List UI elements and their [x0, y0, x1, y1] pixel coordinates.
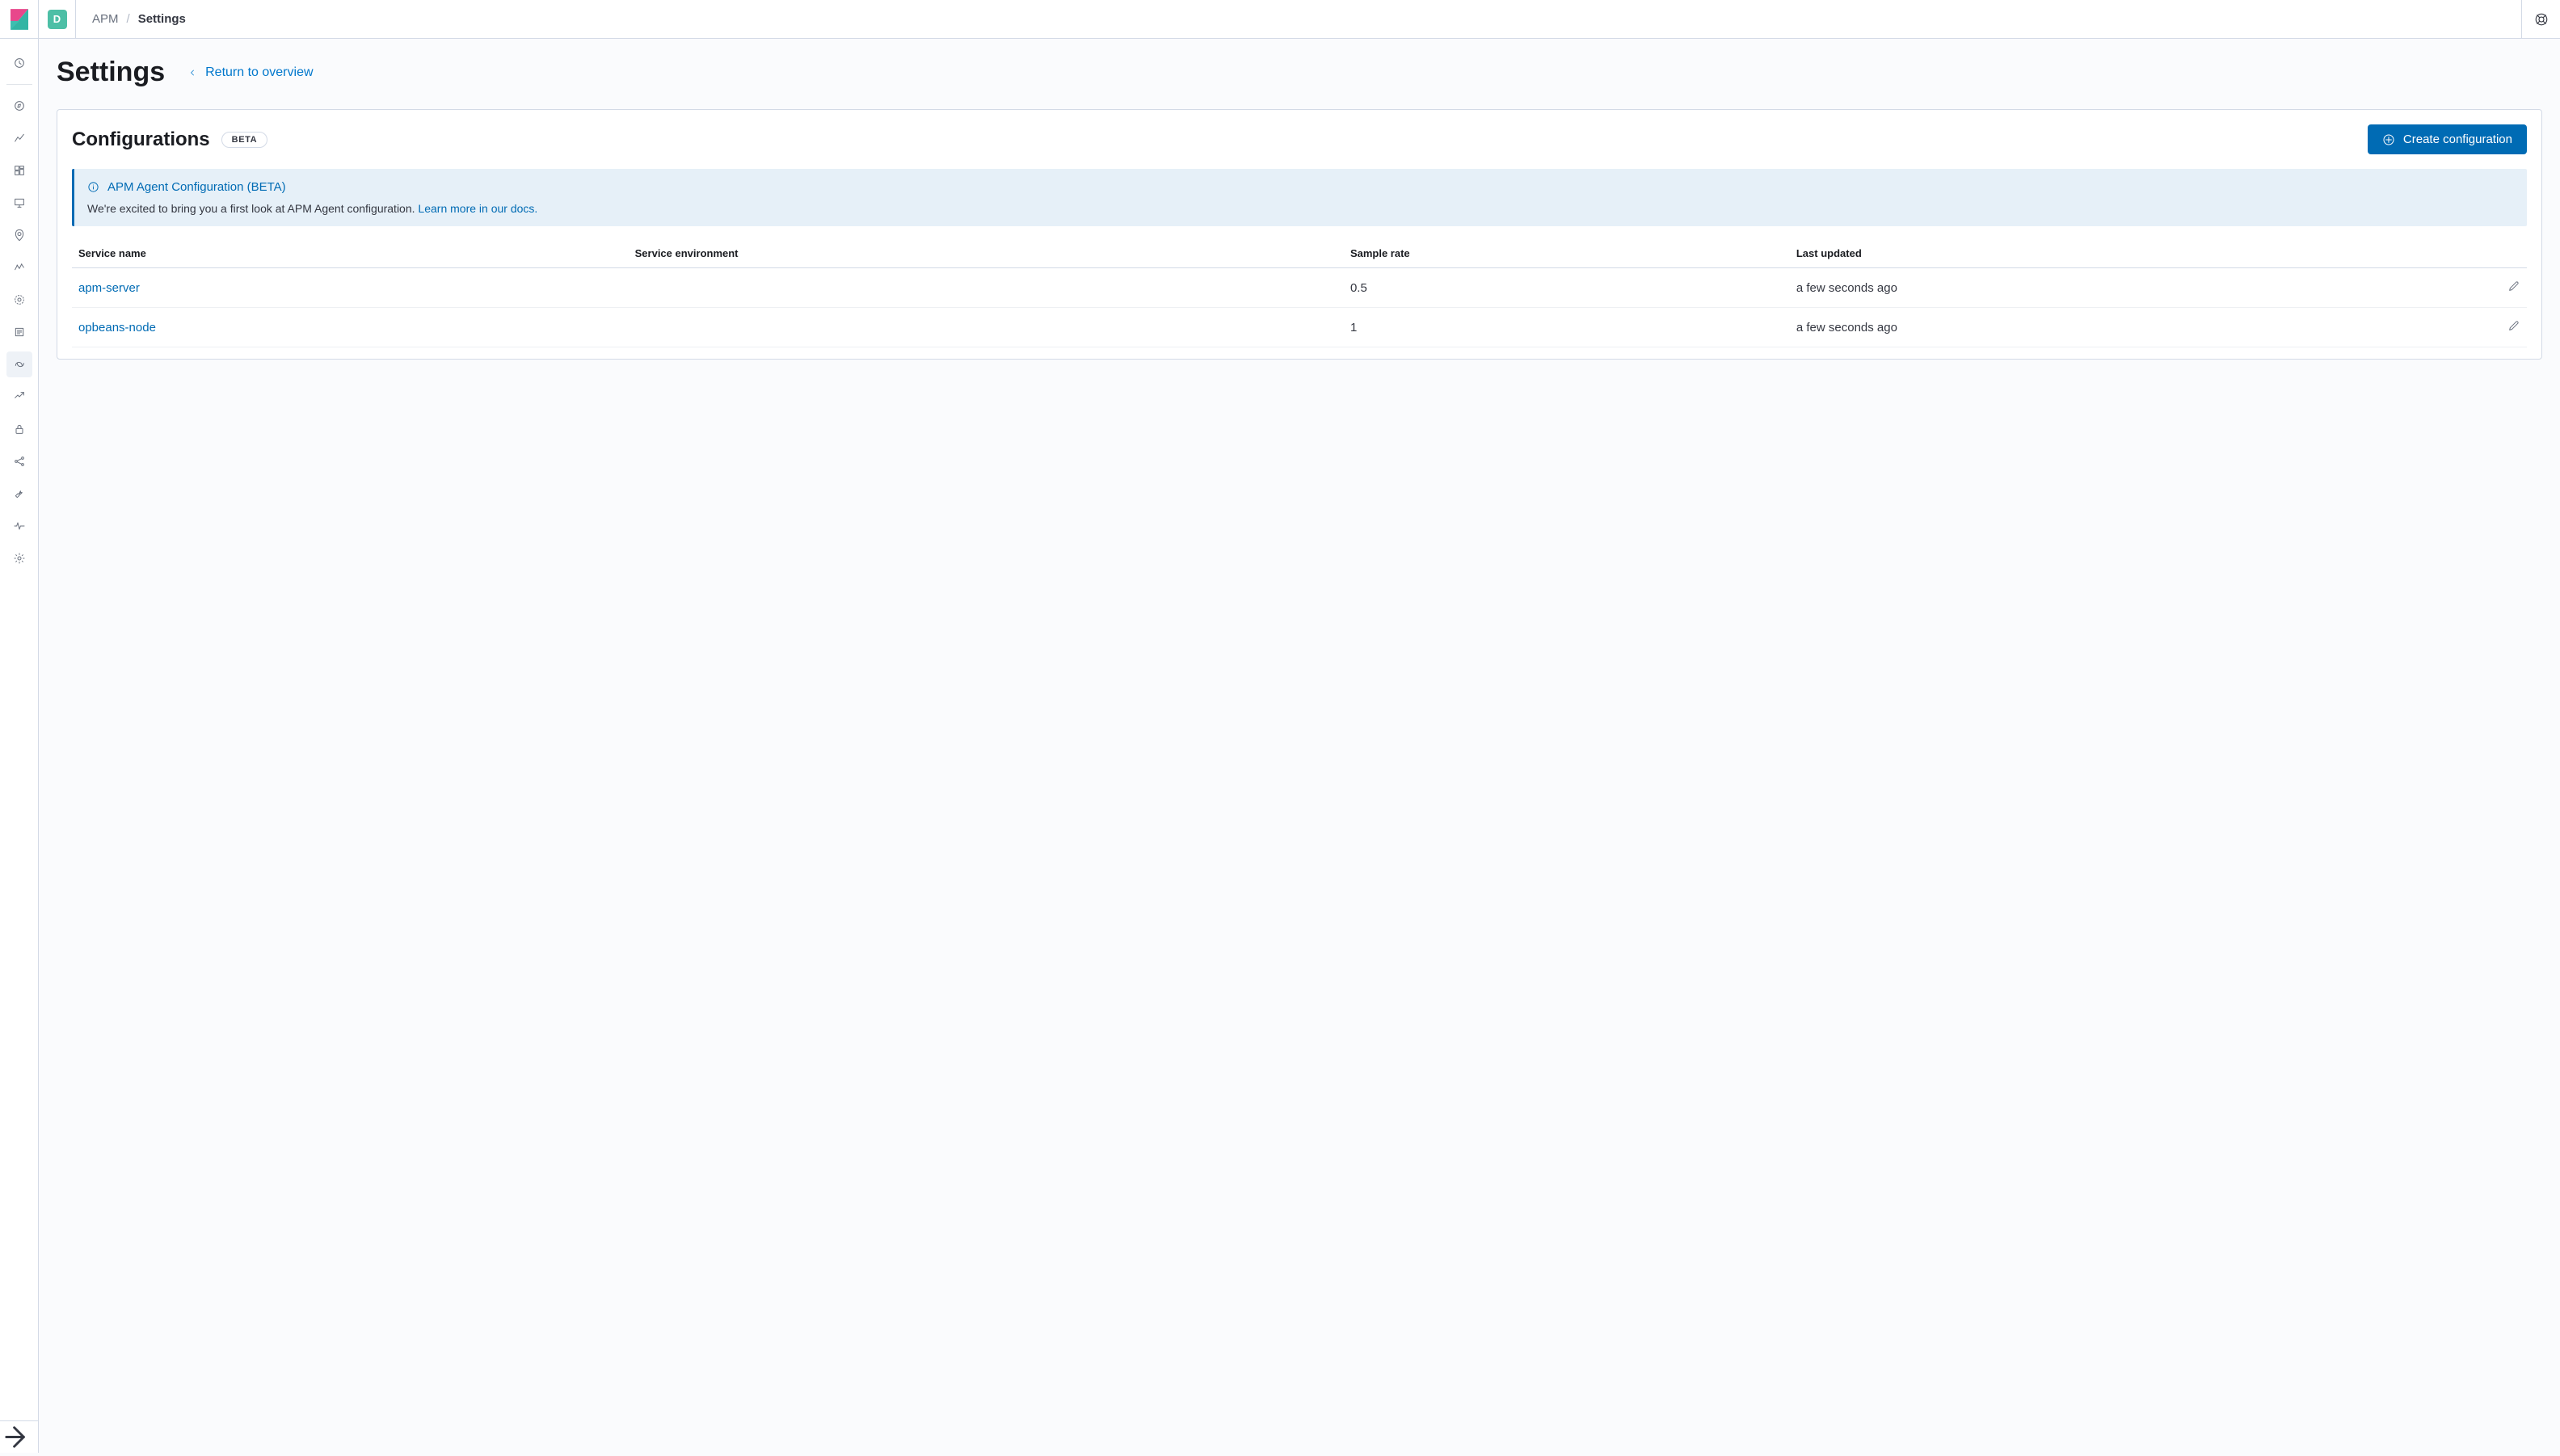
page-title: Settings	[57, 57, 165, 88]
canvas-icon	[13, 196, 26, 209]
plus-circle-icon	[2382, 133, 2395, 146]
visualize-icon	[13, 132, 26, 145]
kibana-logo[interactable]	[0, 0, 39, 39]
col-last-updated[interactable]: Last updated	[1790, 241, 2491, 268]
ml-icon	[13, 261, 26, 274]
col-sample-rate[interactable]: Sample rate	[1344, 241, 1790, 268]
return-link-label: Return to overview	[205, 65, 313, 80]
graph-icon	[13, 455, 26, 468]
sidenav-infra-icon[interactable]	[6, 287, 32, 313]
callout-docs-link[interactable]: Learn more in our docs.	[418, 202, 537, 215]
sidenav-visualize-icon[interactable]	[6, 125, 32, 151]
infra-icon	[13, 293, 26, 306]
beta-callout: APM Agent Configuration (BETA) We're exc…	[72, 169, 2527, 226]
edit-icon[interactable]	[2507, 280, 2520, 292]
table-header-row: Service name Service environment Sample …	[72, 241, 2527, 268]
sidenav-canvas-icon[interactable]	[6, 190, 32, 216]
sidenav-monitoring-icon[interactable]	[6, 513, 32, 539]
discover-icon	[13, 99, 26, 112]
breadcrumb-parent[interactable]: APM	[92, 12, 119, 26]
space-selector[interactable]: D	[39, 0, 76, 39]
cell-actions	[2491, 308, 2527, 347]
chevron-left-icon	[187, 68, 197, 78]
cell-actions	[2491, 268, 2527, 308]
col-service-name[interactable]: Service name	[72, 241, 629, 268]
collapse-icon	[0, 1418, 38, 1456]
sidenav-apm-icon[interactable]	[6, 351, 32, 377]
monitoring-icon	[13, 520, 26, 532]
info-icon	[87, 181, 99, 193]
return-to-overview-link[interactable]: Return to overview	[187, 65, 313, 80]
breadcrumb-current: Settings	[138, 12, 186, 26]
cell-service-environment	[629, 308, 1344, 347]
sidenav-ml-icon[interactable]	[6, 255, 32, 280]
sidenav-graph-icon[interactable]	[6, 448, 32, 474]
table-row: apm-server 0.5a few seconds ago	[72, 268, 2527, 308]
sidenav-discover-icon[interactable]	[6, 93, 32, 119]
sidenav-top	[0, 39, 38, 1420]
sidenav-logs-icon[interactable]	[6, 319, 32, 345]
col-actions	[2491, 241, 2527, 268]
help-icon	[2534, 12, 2549, 27]
management-icon	[13, 552, 26, 565]
col-service-environment[interactable]: Service environment	[629, 241, 1344, 268]
recent-icon	[13, 57, 26, 69]
maps-icon	[13, 229, 26, 242]
panel-title: Configurations	[72, 128, 210, 151]
topbar-left: D APM / Settings	[0, 0, 186, 38]
edit-icon[interactable]	[2507, 319, 2520, 332]
kibana-logo-icon	[11, 9, 28, 30]
apm-icon	[13, 358, 26, 371]
dashboard-icon	[13, 164, 26, 177]
sidenav	[0, 39, 39, 1453]
beta-badge: BETA	[221, 132, 268, 148]
uptime-icon	[13, 390, 26, 403]
cell-last-updated: a few seconds ago	[1790, 268, 2491, 308]
cell-service-name[interactable]: opbeans-node	[72, 308, 629, 347]
create-configuration-button[interactable]: Create configuration	[2368, 124, 2527, 154]
siem-icon	[13, 423, 26, 436]
sidenav-devtools-icon[interactable]	[6, 481, 32, 507]
devtools-icon	[13, 487, 26, 500]
cell-sample-rate: 0.5	[1344, 268, 1790, 308]
sidenav-collapse[interactable]	[0, 1420, 38, 1453]
sidenav-uptime-icon[interactable]	[6, 384, 32, 410]
sidenav-management-icon[interactable]	[6, 545, 32, 571]
callout-title-row: APM Agent Configuration (BETA)	[87, 180, 2514, 194]
topbar: D APM / Settings	[0, 0, 2560, 39]
cell-service-environment	[629, 268, 1344, 308]
space-letter: D	[53, 13, 61, 25]
table-row: opbeans-node 1a few seconds ago	[72, 308, 2527, 347]
sidenav-recent-icon[interactable]	[6, 50, 32, 76]
cell-last-updated: a few seconds ago	[1790, 308, 2491, 347]
cell-sample-rate: 1	[1344, 308, 1790, 347]
cell-service-name[interactable]: apm-server	[72, 268, 629, 308]
logs-icon	[13, 326, 26, 339]
sidenav-divider	[6, 84, 32, 85]
help-menu[interactable]	[2521, 0, 2560, 39]
sidenav-siem-icon[interactable]	[6, 416, 32, 442]
page-header: Settings Return to overview	[57, 57, 2542, 88]
callout-body: We're excited to bring you a first look …	[87, 202, 2514, 215]
shell: Settings Return to overview Configuratio…	[0, 39, 2560, 1453]
breadcrumb-separator: /	[127, 12, 130, 26]
panel-head: Configurations BETA Create configuration	[72, 124, 2527, 154]
breadcrumb: APM / Settings	[76, 12, 186, 26]
content: Settings Return to overview Configuratio…	[39, 39, 2560, 1453]
create-configuration-label: Create configuration	[2403, 133, 2512, 146]
callout-body-text: We're excited to bring you a first look …	[87, 202, 418, 215]
sidenav-maps-icon[interactable]	[6, 222, 32, 248]
space-badge: D	[48, 10, 67, 29]
callout-title: APM Agent Configuration (BETA)	[107, 180, 286, 194]
configurations-panel: Configurations BETA Create configuration…	[57, 109, 2542, 360]
sidenav-dashboard-icon[interactable]	[6, 158, 32, 183]
configurations-table: Service name Service environment Sample …	[72, 241, 2527, 347]
